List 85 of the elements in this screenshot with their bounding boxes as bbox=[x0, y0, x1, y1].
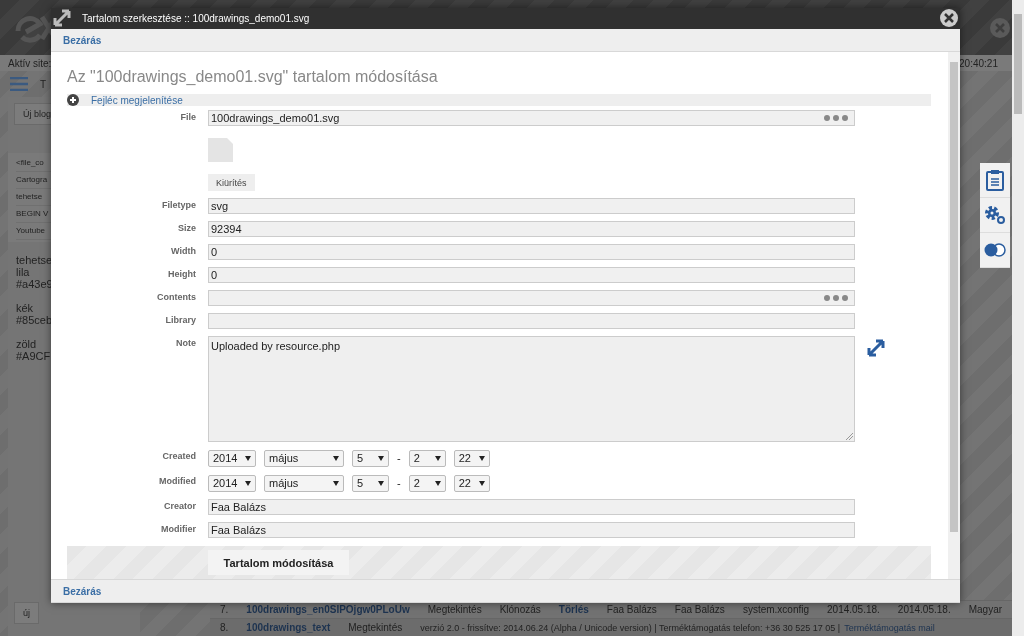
more-icon[interactable] bbox=[824, 115, 848, 121]
picker-field[interactable] bbox=[208, 290, 855, 306]
dropdown[interactable]: 2 bbox=[408, 474, 446, 492]
menu-icon[interactable] bbox=[10, 77, 28, 91]
field-label: Note bbox=[175, 337, 196, 348]
caret-icon bbox=[478, 480, 485, 486]
caret-icon bbox=[333, 480, 339, 486]
clear-button[interactable]: Kiürítés bbox=[208, 174, 255, 191]
caret-icon bbox=[434, 455, 441, 461]
dropdown[interactable]: 2 bbox=[408, 449, 446, 467]
expand-icon[interactable] bbox=[867, 339, 885, 357]
note-line: #A9CF bbox=[16, 350, 52, 362]
more-icon[interactable] bbox=[824, 295, 848, 301]
input-field[interactable]: Faa Balázs bbox=[208, 499, 855, 515]
caret-icon bbox=[245, 455, 251, 461]
close-button[interactable] bbox=[940, 9, 958, 27]
page-heading: Az "100drawings_demo01.svg" tartalom módosítása bbox=[67, 68, 439, 86]
caret-icon bbox=[245, 480, 251, 486]
clock-text: 20:40:21 bbox=[959, 57, 998, 69]
close-icon[interactable] bbox=[990, 17, 1010, 38]
dropdown[interactable]: 5 bbox=[352, 474, 389, 492]
note-line: zöld bbox=[16, 338, 38, 350]
field-label: Filetype bbox=[161, 199, 196, 210]
menu-text: T bbox=[40, 78, 47, 90]
field-label: File bbox=[179, 111, 196, 122]
row-name: 100drawings_text bbox=[246, 622, 331, 633]
field-label: Creator bbox=[163, 500, 196, 511]
field-label: Width bbox=[170, 245, 196, 256]
plus-icon[interactable] bbox=[67, 94, 79, 106]
dropdown[interactable]: 22 bbox=[453, 449, 490, 467]
table-cell: 2014.05.18. bbox=[827, 604, 880, 615]
dropdown[interactable]: 5 bbox=[352, 449, 389, 467]
input-field[interactable]: 0 bbox=[208, 244, 855, 260]
table-cell: Faa Balázs bbox=[674, 604, 725, 615]
caret-icon bbox=[378, 480, 384, 486]
dropdown[interactable]: május bbox=[264, 474, 344, 492]
field-label: Library bbox=[164, 314, 196, 325]
caret-icon bbox=[333, 455, 339, 461]
table-cell: 2014.05.18. bbox=[897, 604, 951, 615]
field-label: Modified bbox=[158, 475, 196, 486]
date-separator: - bbox=[397, 452, 401, 464]
field-label: Size bbox=[177, 222, 196, 233]
scrollbar-thumb[interactable] bbox=[950, 62, 958, 532]
input-field[interactable] bbox=[208, 313, 855, 329]
submit-button[interactable]: Tartalom módosítása bbox=[208, 550, 349, 575]
field-label: Modifier bbox=[160, 523, 196, 534]
row-name: 100drawings_en0SIPOjgw0PLoUw bbox=[246, 604, 410, 615]
dropdown[interactable]: május bbox=[264, 449, 344, 467]
note-textarea[interactable]: Uploaded by resource.php bbox=[208, 336, 855, 442]
field-label: Contents bbox=[156, 291, 196, 302]
close-icon bbox=[944, 13, 954, 23]
dropdown[interactable]: 2014 bbox=[208, 449, 256, 467]
table-cell: system.xconfig bbox=[742, 604, 809, 615]
table-cell: Faa Balázs bbox=[606, 604, 657, 615]
file-field[interactable]: 100drawings_demo01.svg bbox=[208, 110, 855, 126]
caret-icon bbox=[434, 480, 441, 486]
new-button[interactable]: új bbox=[14, 602, 39, 624]
close-link[interactable]: Bezárás bbox=[63, 585, 102, 597]
caret-icon bbox=[478, 455, 485, 461]
input-field[interactable]: Faa Balázs bbox=[208, 522, 855, 538]
field-label: Created bbox=[161, 450, 196, 461]
input-field[interactable]: 92394 bbox=[208, 221, 855, 237]
active-site-label: Aktív site: bbox=[8, 57, 52, 69]
input-field[interactable]: svg bbox=[208, 198, 855, 214]
footer-text: verzió 2.0 - frissítve: 2014.06.24 (Alpha / Unicode version) | Terméktámogatás telefon: +36 30 525 17 05 | bbox=[420, 622, 841, 633]
note-line: lila bbox=[16, 266, 31, 278]
row-number: 7. bbox=[220, 604, 229, 615]
dropdown[interactable]: 2014 bbox=[208, 474, 256, 492]
table-cell: Magyar bbox=[968, 604, 1003, 615]
field-label: Height bbox=[167, 268, 196, 279]
note-line: #85ceb bbox=[16, 314, 54, 326]
resize-grip-icon[interactable] bbox=[846, 433, 853, 440]
note-line: tehetse bbox=[16, 254, 54, 266]
scrollbar-thumb[interactable] bbox=[1014, 14, 1022, 114]
date-separator: - bbox=[397, 477, 401, 489]
note-line: kék bbox=[16, 302, 35, 314]
resize-icon[interactable] bbox=[52, 8, 72, 28]
input-field[interactable]: 0 bbox=[208, 267, 855, 283]
header-toggle-link[interactable]: Fejléc megjelenítése bbox=[91, 94, 183, 106]
dropdown[interactable]: 22 bbox=[453, 474, 490, 492]
close-link[interactable]: Bezárás bbox=[63, 34, 102, 46]
file-icon bbox=[208, 138, 233, 162]
caret-icon bbox=[378, 455, 384, 461]
row-number: 8. bbox=[220, 622, 229, 633]
window-title: Tartalom szerkesztése :: 100drawings_demo01.svg bbox=[82, 13, 310, 24]
